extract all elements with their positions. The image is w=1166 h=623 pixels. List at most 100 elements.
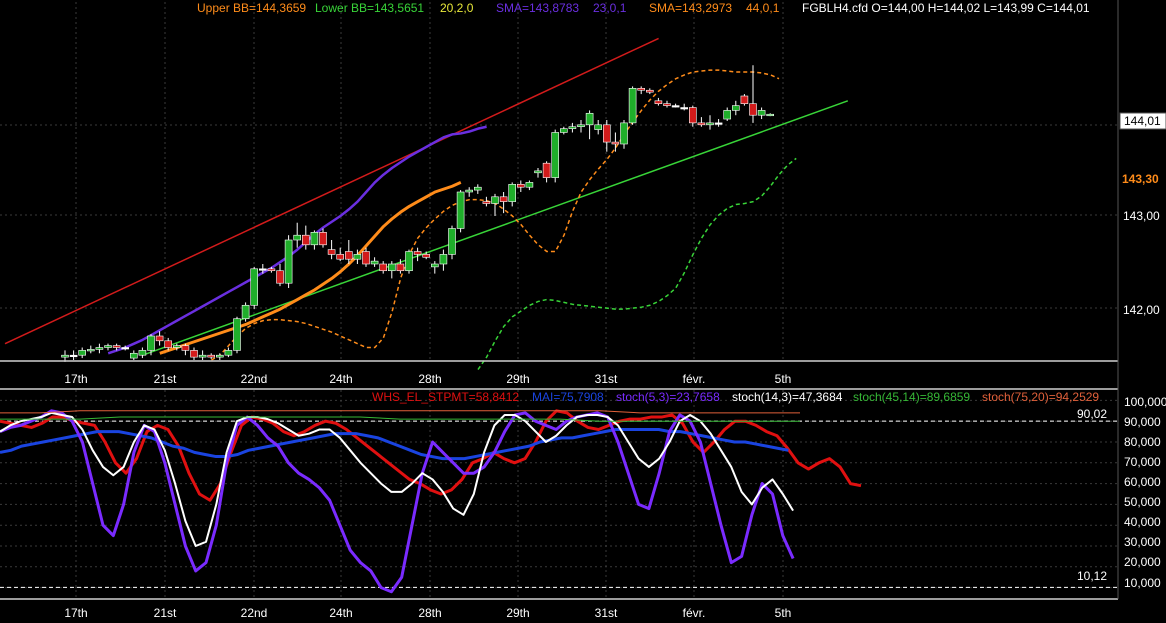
price-tick-143: 143,00 [1123,209,1160,223]
x-label-29th: 29th [506,372,529,386]
candle-body-14 [181,345,190,351]
x-label-bottom-17th: 17th [64,606,87,620]
x-axis-top: 17th 21st 22nd 24th 28th 29th 31st févr.… [64,372,791,386]
candle-body-47 [465,189,474,193]
x-label-28th: 28th [418,372,441,386]
candle-body-62 [594,124,603,130]
candle-body-40 [405,251,413,272]
candle-body-73 [688,107,697,124]
ind-tick-50: 50,000 [1124,495,1161,509]
candle-body-79 [740,95,749,104]
candle-body-11 [155,335,164,342]
candle-body-48 [473,186,482,191]
upper-bb-label: Upper BB=144,3659 [197,1,306,15]
ind-tick-90: 90,000 [1124,415,1161,429]
candle-body-2 [78,350,86,356]
x-label-bottom-29th: 29th [506,606,529,620]
candle-body-54 [525,182,534,188]
candle-body-72 [680,107,689,110]
candle-body-46 [456,191,465,229]
whs-label: WHS_EL_STPMT=58,8412 [372,390,519,404]
x-label-bottom-24th: 24th [329,606,352,620]
candle-body-69 [654,100,663,104]
candle-body-81 [757,110,766,116]
stoch75-label: stoch(75,20)=94,2529 [982,390,1099,404]
candle-body-65 [620,122,628,145]
ohlc-label: FGBLH4.cfd O=144,00 H=144,02 L=143,99 C=… [802,1,1090,15]
candle-body-39 [396,263,405,272]
ind-tick-10: 10,000 [1124,576,1161,590]
x-label-22nd: 22nd [241,372,268,386]
candle-body-78 [731,105,740,111]
candle-body-44 [439,254,448,265]
candle-body-42 [422,254,431,258]
candle-body-10 [147,335,155,351]
candle-body-51 [499,196,508,202]
candle-body-68 [645,89,654,93]
candle-body-74 [697,122,706,126]
x-label-24th: 24th [329,372,352,386]
candle-body-63 [602,124,611,143]
lower-bb-label: Lower BB=143,5651 [315,1,424,15]
candle-body-22 [250,268,258,306]
chart-background [0,0,1166,623]
candle-body-30 [319,232,327,246]
trading-chart: Upper BB=144,3659 Lower BB=143,5651 20,2… [0,0,1166,623]
bb-params-label: 20,2,0 [440,1,474,15]
candle-body-43 [430,263,439,268]
candle-body-9 [138,350,147,356]
x-label-5th: 5th [775,372,792,386]
candle-body-41 [413,251,422,255]
candle-body-67 [637,88,646,91]
x-label-bottom-21st: 21st [154,606,177,620]
candle-body-71 [671,105,680,108]
candle-body-28 [301,234,310,246]
candle-body-0 [61,354,69,358]
candle-body-18 [216,354,224,358]
candle-body-58 [559,128,568,133]
ind-tick-40: 40,000 [1124,515,1161,529]
candle-body-27 [293,234,302,241]
stoch5-label: stoch(5,3)=23,7658 [616,390,720,404]
ind-tick-30: 30,000 [1124,535,1161,549]
sma44-axis-marker: 143,30 [1122,172,1159,186]
candle-body-1 [69,354,78,358]
candle-body-53 [516,184,525,188]
candle-body-13 [173,345,181,348]
candle-body-36 [370,260,379,265]
candle-body-55 [534,170,542,174]
candle-body-56 [542,162,551,178]
stoch14-label: stoch(14,3)=47,3684 [732,390,843,404]
candle-body-49 [482,201,491,204]
x-label-bottom-31st: 31st [595,606,618,620]
candle-body-21 [241,304,250,320]
upper-level-label: 90,02 [1077,407,1107,421]
ind-tick-100: 100,000 [1124,395,1166,409]
ind-tick-80: 80,000 [1124,435,1161,449]
candle-body-7 [121,347,129,350]
candle-body-6 [112,345,121,348]
candle-body-38 [387,263,396,272]
candle-body-70 [663,103,671,106]
candle-body-17 [207,354,215,358]
candle-body-35 [362,251,370,265]
candle-body-34 [353,254,362,260]
indicator-header: WHS_EL_STPMT=58,8412 MAI=75,7908 stoch(5… [372,390,1099,404]
x-label-17th: 17th [64,372,87,386]
candle-body-57 [551,132,560,178]
x-label-bottom-28th: 28th [418,606,441,620]
candle-body-15 [190,350,198,358]
sma23-label: SMA=143,8783 [496,1,579,15]
stoch45-label: stoch(45,14)=89,6859 [853,390,970,404]
ind-tick-20: 20,000 [1124,555,1161,569]
candle-body-61 [585,112,594,126]
last-price-label: 144,01 [1124,114,1161,128]
candle-body-60 [577,124,585,128]
sma23-params-label: 23,0,1 [593,1,627,15]
sma44-params-label: 44,0,1 [746,1,780,15]
candle-body-12 [164,340,172,348]
candle-body-77 [723,110,732,120]
x-label-21st: 21st [154,372,177,386]
candle-body-66 [628,88,637,124]
candle-body-19 [224,350,233,356]
